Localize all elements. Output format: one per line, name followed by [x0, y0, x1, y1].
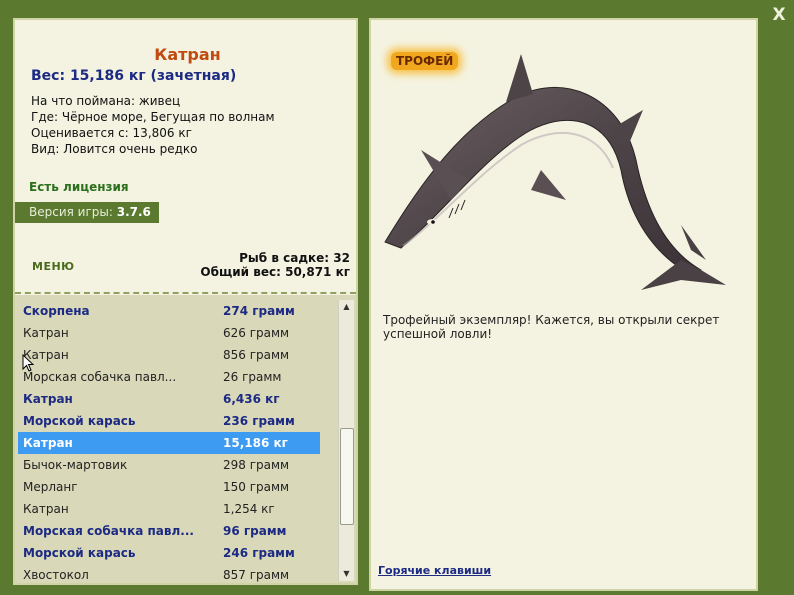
catch-item-name: Морской карась	[23, 546, 136, 560]
cage-summary: Рыб в садке: 32 Общий вес: 50,871 кг	[200, 251, 350, 279]
catch-item-weight: 856 грамм	[223, 348, 290, 362]
catch-item-weight: 274 грамм	[223, 304, 295, 318]
divider	[15, 292, 356, 294]
value-line: Оценивается с: 13,806 кг	[31, 126, 192, 140]
trophy-description: Трофейный экземпляр! Кажется, вы открыли…	[383, 313, 720, 341]
game-version: Версия игры: 3.7.6	[15, 202, 159, 223]
bait-line: На что поймана: живец	[31, 94, 181, 108]
catch-item-weight: 236 грамм	[223, 414, 295, 428]
catch-list-item[interactable]: Морская собачка павл... 96 грамм	[18, 520, 320, 542]
catch-item-name: Катран	[23, 502, 69, 516]
hotkeys-link[interactable]: Горячие клавиши	[378, 564, 491, 577]
catch-item-weight: 150 грамм	[223, 480, 290, 494]
catch-list-item[interactable]: Катран 856 грамм	[18, 344, 320, 366]
catch-item-weight: 96 грамм	[223, 524, 287, 538]
catch-list-item[interactable]: Катран 1,254 кг	[18, 498, 320, 520]
catch-list-item[interactable]: Катран 6,436 кг	[18, 388, 320, 410]
catch-list-item[interactable]: Морская собачка павл... 26 грамм	[18, 366, 320, 388]
fish-weight: Вес: 15,186 кг (зачетная)	[31, 68, 237, 84]
mouse-pointer-icon	[22, 354, 35, 372]
scroll-up-icon[interactable]: ▲	[339, 300, 354, 314]
catch-item-weight: 26 грамм	[223, 370, 282, 384]
list-scrollbar[interactable]: ▲ ▼	[338, 300, 354, 581]
catch-item-weight: 298 грамм	[223, 458, 290, 472]
catch-item-name: Катран	[23, 436, 73, 450]
catch-item-name: Морской карась	[23, 414, 136, 428]
license-status: Есть лицензия	[29, 180, 129, 194]
catch-item-weight: 626 грамм	[223, 326, 290, 340]
catch-item-name: Бычок-мартовик	[23, 458, 128, 472]
catch-list-item[interactable]: Скорпена 274 грамм	[18, 300, 320, 322]
catch-item-name: Мерланг	[23, 480, 78, 494]
catch-item-name: Хвостокол	[23, 568, 89, 582]
catch-item-weight: 857 грамм	[223, 568, 290, 582]
catch-list-item[interactable]: Морской карась 246 грамм	[18, 542, 320, 564]
catch-item-name: Катран	[23, 326, 69, 340]
trophy-panel: ТРОФЕЙ Трофейный экземпляр! Кажется, вы …	[369, 18, 758, 591]
catch-list-item[interactable]: Хвостокол 857 грамм	[18, 564, 320, 583]
catch-item-weight: 1,254 кг	[223, 502, 275, 516]
catch-item-name: Скорпена	[23, 304, 90, 318]
catch-list-item[interactable]: Мерланг 150 грамм	[18, 476, 320, 498]
shark-illustration	[384, 54, 726, 290]
trophy-badge: ТРОФЕЙ	[391, 52, 459, 70]
fish-title: Катран	[154, 45, 221, 64]
fish-info-panel: Катран Вес: 15,186 кг (зачетная) На что …	[13, 18, 358, 585]
catch-item-weight: 15,186 кг	[223, 436, 288, 450]
scroll-down-icon[interactable]: ▼	[339, 567, 354, 581]
catch-list-item[interactable]: Морской карась 236 грамм	[18, 410, 320, 432]
catch-item-name: Морская собачка павл...	[23, 370, 177, 384]
catch-item-weight: 246 грамм	[223, 546, 295, 560]
catch-item-name: Катран	[23, 392, 73, 406]
type-line: Вид: Ловится очень редко	[31, 142, 198, 156]
catch-list-item[interactable]: Катран 15,186 кг	[18, 432, 320, 454]
catch-list-item[interactable]: Бычок-мартовик 298 грамм	[18, 454, 320, 476]
scroll-thumb[interactable]	[340, 428, 354, 525]
catch-item-weight: 6,436 кг	[223, 392, 280, 406]
catch-list[interactable]: ▲ ▼ Скорпена 274 грамм Катран 626 грамм Катр…	[15, 295, 356, 583]
place-line: Где: Чёрное море, Бегущая по волнам	[31, 110, 275, 124]
menu-button[interactable]: МЕНЮ	[32, 260, 75, 273]
close-icon[interactable]: X	[768, 4, 790, 26]
catch-item-name: Морская собачка павл...	[23, 524, 194, 538]
catch-list-item[interactable]: Катран 626 грамм	[18, 322, 320, 344]
